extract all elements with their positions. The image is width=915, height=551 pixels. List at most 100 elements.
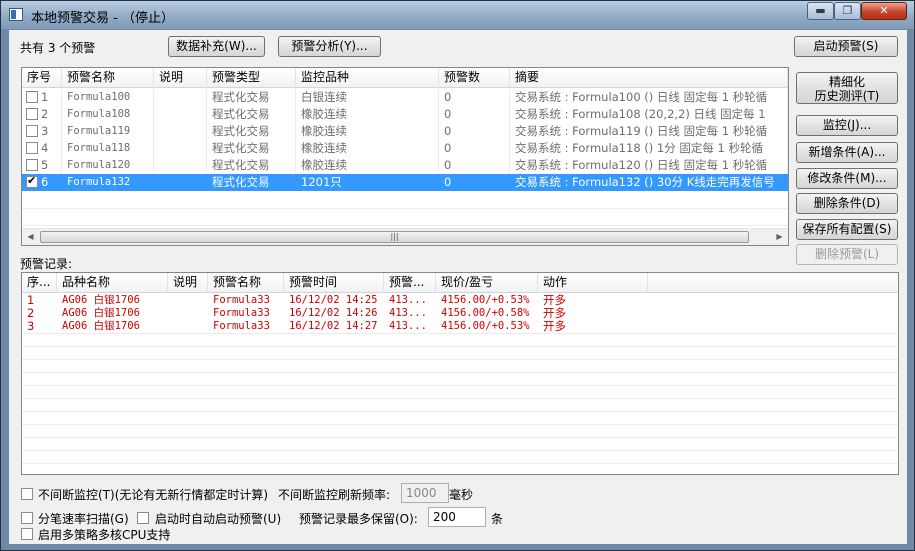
- dialog-body: 共有 3 个预警 数据补充(W)... 预警分析(Y)... 启动预警(S) 序…: [9, 30, 907, 544]
- record-name: Formula33: [213, 320, 270, 332]
- condition-count: 0: [439, 140, 510, 157]
- continuous-monitor-label: 不间断监控(T)(无论有无新行情都定时计算): [38, 488, 269, 502]
- record-no: 1: [27, 294, 35, 307]
- record-row[interactable]: 2 AG06 白银1706 Formula33 16/12/02 14:26 413..…: [22, 307, 898, 320]
- minimize-button[interactable]: ▬: [807, 2, 834, 20]
- condition-desc: [154, 123, 207, 140]
- condition-count: 0: [439, 123, 510, 140]
- condition-name: Formula100: [62, 89, 154, 106]
- condition-no: 6: [22, 174, 62, 191]
- rcol-desc[interactable]: 说明: [168, 273, 208, 293]
- record-desc: [168, 294, 208, 307]
- main-window: 本地预警交易 - （停止） ▬ ❐ ✕ 共有 3 个预警 数据补充(W)... …: [0, 0, 915, 551]
- rcol-warn[interactable]: 预警...: [384, 273, 436, 293]
- condition-row[interactable]: 1 Formula100 程式化交易 白银连续 0 交易系统 : Formula100 (…: [22, 89, 788, 106]
- condition-target: 橡胶连续: [296, 157, 439, 174]
- refresh-rate-input[interactable]: 1000: [401, 483, 449, 503]
- condition-summary: 交易系统 : Formula108 (20,2,2) 日线 固定每 1: [510, 106, 788, 123]
- col-name[interactable]: 预警名称: [62, 68, 154, 88]
- condition-row[interactable]: 4 Formula118 程式化交易 橡胶连续 0 交易系统 : Formula118 (…: [22, 140, 788, 157]
- col-desc[interactable]: 说明: [154, 68, 207, 88]
- record-price: 4156.00/+0.53%: [441, 294, 530, 306]
- record-desc: [168, 320, 208, 333]
- condition-type: 程式化交易: [207, 174, 296, 191]
- condition-no: 1: [22, 89, 62, 106]
- conditions-list[interactable]: 序号 预警名称 说明 预警类型 监控品种 预警数 摘要 1 Formula100 程…: [21, 67, 789, 246]
- save-all-config-button[interactable]: 保存所有配置(S): [796, 219, 898, 240]
- scroll-left-icon[interactable]: ◀: [22, 229, 39, 245]
- record-warn: 413...: [389, 294, 427, 306]
- condition-no: 2: [22, 106, 62, 123]
- record-time: 16/12/02 14:25: [289, 294, 378, 306]
- col-count[interactable]: 预警数: [439, 68, 510, 88]
- tick-scan-checkbox[interactable]: [21, 512, 33, 524]
- edit-condition-button[interactable]: 修改条件(M)...: [796, 168, 898, 189]
- start-warning-button[interactable]: 启动预警(S): [794, 36, 898, 57]
- condition-row[interactable]: 3 Formula119 程式化交易 橡胶连续 0 交易系统 : Formula119 (…: [22, 123, 788, 140]
- grid-line: [22, 398, 898, 399]
- condition-type: 程式化交易: [207, 123, 296, 140]
- continuous-monitor-checkbox[interactable]: [21, 488, 33, 500]
- grid-line: [22, 208, 788, 209]
- refresh-unit: 毫秒: [449, 488, 474, 502]
- condition-summary: 交易系统 : Formula118 () 1分 固定每 1 秒轮循: [510, 140, 788, 157]
- condition-name: Formula132: [62, 174, 154, 191]
- record-name: Formula33: [213, 294, 270, 306]
- grid-line: [22, 333, 898, 334]
- warning-count: 共有 3 个预警: [20, 41, 96, 55]
- record-time: 16/12/02 14:26: [289, 307, 378, 319]
- rcol-symbol[interactable]: 品种名称: [57, 273, 168, 293]
- condition-no: 5: [22, 157, 62, 174]
- multi-cpu-checkbox[interactable]: [21, 528, 33, 540]
- record-action: 开多: [543, 320, 566, 333]
- condition-row[interactable]: 2 Formula108 程式化交易 橡胶连续 0 交易系统 : Formula108 (…: [22, 106, 788, 123]
- record-price: 4156.00/+0.53%: [441, 320, 530, 332]
- rcol-price[interactable]: 现价/盈亏: [436, 273, 538, 293]
- rcol-time[interactable]: 预警时间: [284, 273, 384, 293]
- condition-row[interactable]: 5 Formula120 程式化交易 橡胶连续 0 交易系统 : Formula120 (…: [22, 157, 788, 174]
- maximize-button[interactable]: ❐: [834, 2, 861, 20]
- record-name: Formula33: [213, 307, 270, 319]
- col-summary[interactable]: 摘要: [510, 68, 788, 88]
- keep-records-input[interactable]: 200: [428, 507, 486, 527]
- record-row[interactable]: 3 AG06 白银1706 Formula33 16/12/02 14:27 413..…: [22, 320, 898, 333]
- col-type[interactable]: 预警类型: [207, 68, 296, 88]
- data-fill-button[interactable]: 数据补充(W)...: [168, 36, 265, 57]
- add-condition-button[interactable]: 新增条件(A)...: [796, 142, 898, 163]
- condition-type: 程式化交易: [207, 157, 296, 174]
- conditions-hscrollbar[interactable]: ◀ ||| ▶: [22, 228, 788, 245]
- close-button[interactable]: ✕: [861, 2, 907, 20]
- condition-row[interactable]: 6Formula132 程式化交易1201只0交易系统 : Formula132 …: [22, 174, 788, 191]
- record-price: 4156.00/+0.58%: [441, 307, 530, 319]
- col-target[interactable]: 监控品种: [296, 68, 439, 88]
- condition-type: 程式化交易: [207, 106, 296, 123]
- grid-line: [22, 424, 898, 425]
- rcol-name[interactable]: 预警名称: [208, 273, 284, 293]
- delete-condition-button[interactable]: 删除条件(D): [796, 193, 898, 214]
- scroll-thumb[interactable]: |||: [40, 231, 749, 243]
- auto-start-checkbox[interactable]: [137, 512, 149, 524]
- auto-start-label: 启动时自动启动预警(U): [155, 512, 282, 526]
- monitor-button[interactable]: 监控(J)...: [796, 115, 898, 136]
- refine-backtest-button[interactable]: 精细化 历史测评(T): [796, 72, 898, 104]
- col-no[interactable]: 序号: [22, 68, 62, 88]
- condition-name: Formula120: [62, 157, 154, 174]
- title-bar[interactable]: 本地预警交易 - （停止） ▬ ❐ ✕: [1, 1, 914, 29]
- conditions-header: 序号 预警名称 说明 预警类型 监控品种 预警数 摘要: [22, 68, 788, 88]
- rcol-action[interactable]: 动作: [538, 273, 648, 293]
- grid-line: [22, 463, 898, 464]
- rcol-no[interactable]: 序...: [22, 273, 57, 293]
- condition-count: 0: [439, 89, 510, 106]
- condition-summary: 交易系统 : Formula119 () 日线 固定每 1 秒轮循: [510, 123, 788, 140]
- condition-no: 4: [22, 140, 62, 157]
- delete-warning-button[interactable]: 删除预警(L): [796, 244, 898, 265]
- records-header: 序... 品种名称 说明 预警名称 预警时间 预警... 现价/盈亏 动作: [22, 273, 898, 293]
- tick-scan-label: 分笔速率扫描(G): [38, 512, 129, 526]
- condition-desc: [154, 106, 207, 123]
- record-row[interactable]: 1 AG06 白银1706 Formula33 16/12/02 14:25 413..…: [22, 294, 898, 307]
- records-list[interactable]: 序... 品种名称 说明 预警名称 预警时间 预警... 现价/盈亏 动作 1 A…: [21, 272, 899, 475]
- refresh-rate-label: 不间断监控刷新频率:: [278, 488, 391, 502]
- scroll-right-icon[interactable]: ▶: [771, 229, 788, 245]
- refine-line1: 精细化: [828, 75, 865, 89]
- warn-analysis-button[interactable]: 预警分析(Y)...: [278, 36, 381, 57]
